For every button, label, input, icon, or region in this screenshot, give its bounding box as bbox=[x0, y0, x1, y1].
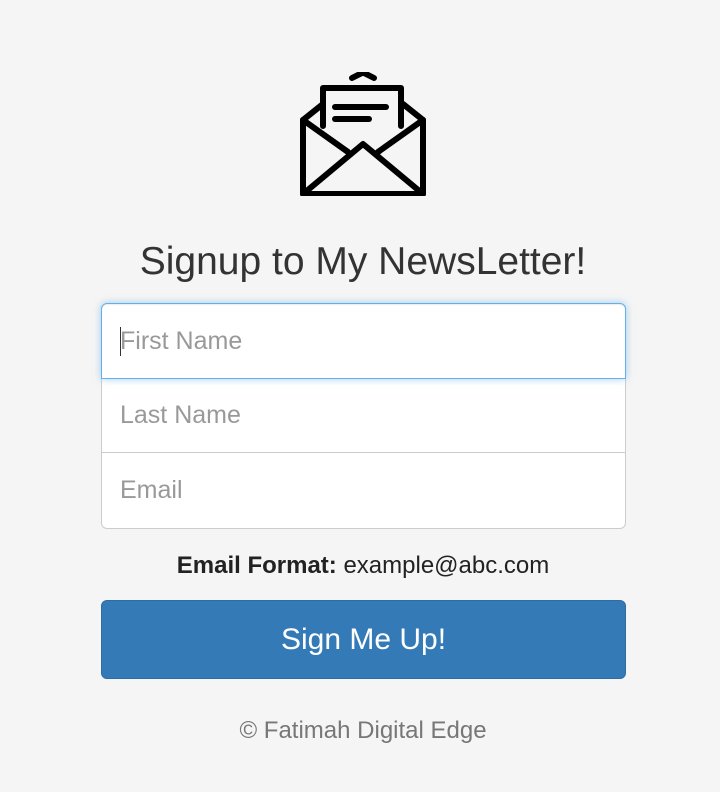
first-name-input[interactable] bbox=[101, 303, 626, 379]
signup-form bbox=[101, 303, 626, 529]
email-format-hint: Email Format: example@abc.com bbox=[0, 551, 720, 581]
email-format-example: example@abc.com bbox=[343, 552, 550, 579]
envelope-icon bbox=[300, 72, 426, 196]
page-title: Signup to My NewsLetter! bbox=[139, 240, 587, 283]
sign-up-button[interactable]: Sign Me Up! bbox=[101, 600, 626, 679]
email-input[interactable] bbox=[101, 452, 626, 529]
email-format-label: Email Format: bbox=[176, 552, 337, 579]
copyright-footer: © Fatimah Digital Edge bbox=[239, 717, 487, 744]
last-name-input[interactable] bbox=[101, 378, 626, 453]
text-cursor bbox=[120, 327, 121, 356]
